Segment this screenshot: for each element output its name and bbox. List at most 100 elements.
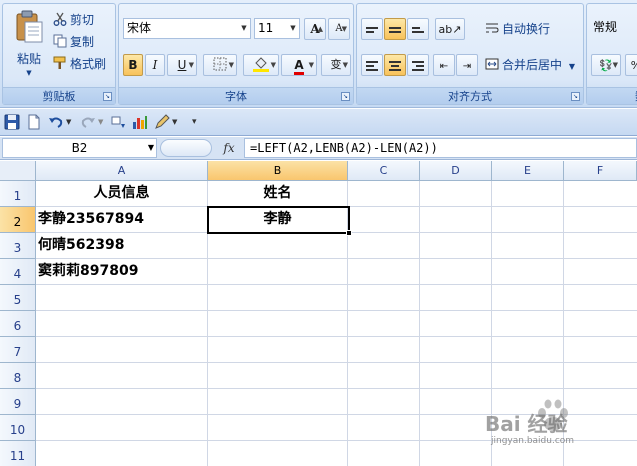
select-all-button[interactable] (0, 161, 36, 181)
grow-font-button[interactable]: A ▲ (304, 18, 326, 40)
customize-toolbar-icon[interactable]: ▾ (192, 114, 202, 130)
align-left-button[interactable] (361, 54, 383, 76)
row-header-8[interactable]: 8 (0, 363, 36, 389)
column-header-e[interactable]: E (492, 161, 564, 181)
scissors-icon (53, 12, 67, 26)
caret-down-icon: ▼ (341, 25, 347, 33)
underline-button[interactable]: U ▼ (167, 54, 197, 76)
bold-button[interactable]: B (123, 54, 143, 76)
dialog-launcher-icon[interactable]: ↘ (103, 92, 112, 101)
percent-format-button[interactable]: % (625, 54, 637, 76)
merge-center-button[interactable]: 合并后居中 ▼ (485, 55, 581, 75)
format-painter-label: 格式刷 (70, 57, 107, 71)
format-painter-button[interactable]: 格式刷 (53, 54, 106, 74)
chevron-down-icon: ▼ (270, 61, 276, 69)
percent-icon: % (631, 59, 637, 72)
paste-button[interactable]: 粘贴 ▼ (9, 10, 49, 84)
column-header-f[interactable]: F (564, 161, 637, 181)
row-header-2[interactable]: 2 (0, 207, 36, 233)
row-header-5[interactable]: 5 (0, 285, 36, 311)
align-middle-button[interactable] (384, 18, 406, 40)
dialog-launcher-icon[interactable]: ↘ (571, 92, 580, 101)
undo-icon[interactable] (48, 114, 64, 130)
align-center-button[interactable] (384, 54, 406, 76)
align-right-button[interactable] (407, 54, 429, 76)
font-name-select[interactable]: 宋体 ▼ (123, 18, 251, 39)
border-icon (213, 57, 227, 72)
row-header-9[interactable]: 9 (0, 389, 36, 415)
row-header-4[interactable]: 4 (0, 259, 36, 285)
bold-label: B (128, 58, 138, 72)
currency-format-button[interactable]: 💱 ▼ (591, 54, 621, 76)
name-box[interactable]: B2 ▼ (2, 138, 157, 158)
align-right-icon (412, 59, 424, 73)
decrease-indent-button[interactable]: ⇤ (433, 54, 455, 76)
cell-b1[interactable]: 姓名 (208, 180, 347, 206)
chart-icon[interactable] (132, 114, 148, 130)
cell-a1[interactable]: 人员信息 (36, 180, 207, 206)
fill-color-button[interactable]: ▼ (243, 54, 279, 76)
number-format-select[interactable]: 常规 (590, 18, 637, 39)
sort-icon[interactable] (110, 114, 126, 130)
copy-button[interactable]: 复制 (53, 32, 94, 52)
formula-input[interactable]: =LEFT(A2,LENB(A2)-LEN(A2)) (244, 138, 637, 158)
dialog-launcher-icon[interactable]: ↘ (341, 92, 350, 101)
phonetic-button[interactable]: 变 ▼ (321, 54, 351, 76)
format-painter-icon (53, 56, 67, 70)
new-document-icon[interactable] (26, 114, 42, 130)
borders-button[interactable]: ▼ (203, 54, 237, 76)
formula-bar-splitter-icon[interactable] (160, 139, 212, 157)
merge-center-label: 合并后居中 (502, 58, 563, 72)
wrap-text-button[interactable]: 自动换行 (485, 19, 580, 39)
increase-indent-button[interactable]: ⇥ (456, 54, 478, 76)
italic-button[interactable]: I (145, 54, 165, 76)
insert-function-button[interactable]: fx (214, 138, 244, 158)
orientation-button[interactable]: ab↗ (435, 18, 465, 40)
fill-handle[interactable] (346, 230, 352, 236)
column-header-b[interactable]: B (208, 161, 348, 181)
align-middle-icon (389, 25, 401, 35)
cut-button[interactable]: 剪切 (53, 10, 94, 30)
alignment-group-label: 对齐方式 (357, 87, 583, 104)
chevron-down-icon[interactable]: ▼ (172, 114, 180, 130)
row-header-11[interactable]: 11 (0, 441, 36, 466)
merge-cells-icon (485, 57, 499, 71)
cell-a3[interactable]: 何晴562398 (38, 232, 207, 258)
redo-icon[interactable] (80, 114, 96, 130)
formula-text: =LEFT(A2,LENB(A2)-LEN(A2)) (250, 141, 438, 155)
column-header-c[interactable]: C (348, 161, 420, 181)
font-color-button[interactable]: A ▼ (281, 54, 317, 76)
row-header-3[interactable]: 3 (0, 233, 36, 259)
copy-icon (53, 34, 67, 48)
font-color-label: A (294, 58, 304, 75)
chevron-down-icon: ▼ (290, 24, 296, 32)
align-top-button[interactable] (361, 18, 383, 40)
chevron-down-icon[interactable]: ▼ (66, 114, 74, 130)
pen-icon[interactable] (154, 114, 170, 130)
number-format-value: 常规 (593, 20, 618, 34)
row-header-6[interactable]: 6 (0, 311, 36, 337)
alignment-group: ab↗ 自动换行 ⇤ ⇥ 合并后居中 ▼ 对齐方式 ↘ (356, 3, 584, 105)
number-group: 常规 💱▼ % 数 (586, 3, 637, 105)
column-header-a[interactable]: A (36, 161, 208, 181)
paste-icon (14, 10, 44, 44)
chevron-down-icon[interactable]: ▼ (98, 114, 106, 130)
row-header-1[interactable]: 1 (0, 181, 36, 207)
save-icon[interactable] (4, 114, 20, 130)
row-header-7[interactable]: 7 (0, 337, 36, 363)
shrink-font-button[interactable]: A ▼ (328, 18, 350, 40)
clipboard-group: 粘贴 ▼ 剪切 复制 格式刷 剪贴板 ↘ (2, 3, 116, 105)
chevron-down-icon: ▼ (308, 61, 314, 69)
cell-a4[interactable]: 窦莉莉897809 (38, 258, 207, 284)
font-size-value: 11 (258, 21, 274, 35)
watermark-text: Bai 经验 (485, 412, 568, 436)
cell-a2[interactable]: 李静23567894 (38, 206, 207, 232)
column-header-d[interactable]: D (420, 161, 492, 181)
italic-label: I (152, 58, 158, 72)
row-header-10[interactable]: 10 (0, 415, 36, 441)
phonetic-label: 变 (330, 58, 342, 71)
align-bottom-button[interactable] (407, 18, 429, 40)
text-orientation-icon: ab↗ (438, 23, 462, 36)
align-top-icon (366, 25, 378, 35)
font-size-select[interactable]: 11 ▼ (254, 18, 300, 39)
